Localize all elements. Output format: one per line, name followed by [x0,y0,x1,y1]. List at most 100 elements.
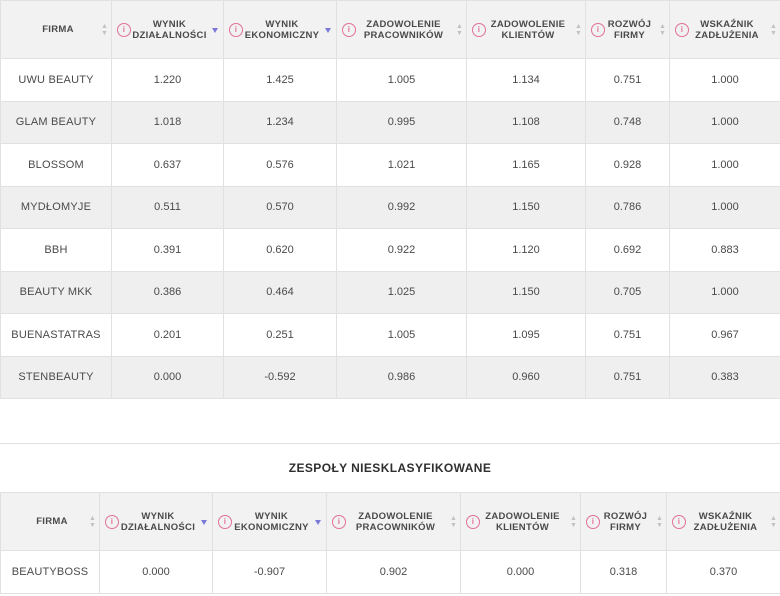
table-row: GLAM BEAUTY 1.018 1.234 0.995 1.108 0.74… [0,100,780,144]
cell-zadowolenie-klientow: 1.108 [466,100,586,144]
cell-wynik-ekonomiczny: 1.425 [223,58,337,102]
cell-zadowolenie-klientow: 1.095 [466,313,586,357]
cell-wynik-dzialalnosci: 1.018 [111,100,224,144]
sort-icon[interactable]: ▲ ▼ [656,515,663,529]
info-icon[interactable]: i [472,22,486,37]
info-icon[interactable]: i [105,514,119,529]
cell-rozwoj-firmy: 0.318 [580,550,667,594]
info-icon[interactable]: i [218,514,232,529]
table-row: UWU BEAUTY 1.220 1.425 1.005 1.134 0.751… [0,58,780,102]
info-icon[interactable]: i [229,22,243,37]
cell-rozwoj-firmy: 0.751 [585,58,670,102]
cell-rozwoj-firmy: 0.751 [585,355,670,399]
column-header-rozwoj-firmy[interactable]: i ROZWÓJ FIRMY ▲ ▼ [585,0,670,59]
info-icon[interactable]: i [117,22,131,37]
cell-wynik-ekonomiczny: -0.907 [212,550,327,594]
sort-icon[interactable]: ▲ ▼ [659,23,666,37]
column-header-label: ZADOWOLENIE PRACOWNIKÓW [363,18,444,41]
cell-wynik-dzialalnosci: 0.511 [111,185,224,229]
cell-wskaznik-zadluzenia: 1.000 [669,270,780,314]
column-header-wskaznik-zadluzenia[interactable]: i WSKAŹNIK ZADŁUŻENIA ▲ ▼ [669,0,780,59]
sort-desc-active-icon[interactable] [325,27,331,33]
sort-desc-active-icon[interactable] [212,27,218,33]
cell-zadowolenie-pracownikow: 0.922 [336,228,467,272]
cell-wynik-ekonomiczny: 1.234 [223,100,337,144]
column-header-rozwoj-firmy[interactable]: i ROZWÓJ FIRMY ▲ ▼ [580,492,667,551]
sort-desc-active-icon[interactable] [201,519,207,525]
cell-wskaznik-zadluzenia: 0.967 [669,313,780,357]
sort-icon[interactable]: ▲ ▼ [456,23,463,37]
table-row: BBH 0.391 0.620 0.922 1.120 0.692 0.883 [0,228,780,272]
cell-zadowolenie-pracownikow: 1.021 [336,143,467,187]
column-header-zadowolenie-pracownikow[interactable]: i ZADOWOLENIE PRACOWNIKÓW ▲ ▼ [326,492,461,551]
sort-icon[interactable]: ▲ ▼ [450,515,457,529]
info-icon[interactable]: i [332,514,346,529]
cell-wskaznik-zadluzenia: 1.000 [669,185,780,229]
cell-zadowolenie-pracownikow: 0.902 [326,550,461,594]
cell-zadowolenie-klientow: 1.120 [466,228,586,272]
cell-wskaznik-zadluzenia: 0.370 [666,550,780,594]
cell-zadowolenie-pracownikow: 0.986 [336,355,467,399]
sort-icon[interactable]: ▲ ▼ [101,23,108,37]
column-header-zadowolenie-pracownikow[interactable]: i ZADOWOLENIE PRACOWNIKÓW ▲ ▼ [336,0,467,59]
table-header-row: FIRMA ▲ ▼ i WYNIK DZIAŁALNOŚCI i WYNIK EK… [0,0,780,59]
section-title-unclassified: ZESPOŁY NIESKLASYFIKOWANE [0,443,780,492]
cell-rozwoj-firmy: 0.751 [585,313,670,357]
cell-wynik-dzialalnosci: 0.637 [111,143,224,187]
sort-icon[interactable]: ▲ ▼ [770,515,777,529]
cell-firma: MYDŁOMYJE [0,185,112,229]
sort-icon[interactable]: ▲ ▼ [575,23,582,37]
cell-wskaznik-zadluzenia: 0.383 [669,355,780,399]
column-header-wskaznik-zadluzenia[interactable]: i WSKAŹNIK ZADŁUŻENIA ▲ ▼ [666,492,780,551]
cell-wynik-dzialalnosci: 0.386 [111,270,224,314]
sort-desc-active-icon[interactable] [315,519,321,525]
cell-firma: GLAM BEAUTY [0,100,112,144]
info-icon[interactable]: i [672,514,686,529]
cell-zadowolenie-klientow: 1.150 [466,270,586,314]
table-row: STENBEAUTY 0.000 -0.592 0.986 0.960 0.75… [0,355,780,399]
cell-rozwoj-firmy: 0.786 [585,185,670,229]
info-icon[interactable]: i [591,22,605,37]
info-icon[interactable]: i [466,514,480,529]
cell-firma: UWU BEAUTY [0,58,112,102]
column-header-wynik-ekonomiczny[interactable]: i WYNIK EKONOMICZNY [212,492,327,551]
unclassified-table: FIRMA ▲ ▼ i WYNIK DZIAŁALNOŚCI i WYNIK EK… [0,492,780,594]
cell-rozwoj-firmy: 0.748 [585,100,670,144]
column-header-zadowolenie-klientow[interactable]: i ZADOWOLENIE KLIENTÓW ▲ ▼ [460,492,581,551]
cell-zadowolenie-klientow: 1.134 [466,58,586,102]
table-row: BEAUTY MKK 0.386 0.464 1.025 1.150 0.705… [0,270,780,314]
cell-zadowolenie-pracownikow: 1.005 [336,313,467,357]
cell-rozwoj-firmy: 0.692 [585,228,670,272]
sort-icon[interactable]: ▲ ▼ [570,515,577,529]
cell-firma: STENBEAUTY [0,355,112,399]
cell-wskaznik-zadluzenia: 1.000 [669,58,780,102]
info-icon[interactable]: i [586,514,600,529]
cell-wskaznik-zadluzenia: 1.000 [669,143,780,187]
column-header-zadowolenie-klientow[interactable]: i ZADOWOLENIE KLIENTÓW ▲ ▼ [466,0,586,59]
cell-zadowolenie-klientow: 1.165 [466,143,586,187]
column-header-label: FIRMA [36,516,68,527]
cell-firma: BUENASTATRAS [0,313,112,357]
cell-firma: BEAUTY MKK [0,270,112,314]
column-header-label: ZADOWOLENIE PRACOWNIKÓW [355,510,436,533]
cell-zadowolenie-pracownikow: 0.995 [336,100,467,144]
cell-wynik-ekonomiczny: 0.251 [223,313,337,357]
cell-wynik-ekonomiczny: 0.464 [223,270,337,314]
info-icon[interactable]: i [675,22,689,37]
column-header-firma[interactable]: FIRMA ▲ ▼ [0,492,100,551]
cell-zadowolenie-pracownikow: 1.025 [336,270,467,314]
column-header-wynik-dzialalnosci[interactable]: i WYNIK DZIAŁALNOŚCI [99,492,213,551]
info-icon[interactable]: i [342,22,356,37]
cell-wynik-ekonomiczny: -0.592 [223,355,337,399]
cell-wynik-ekonomiczny: 0.576 [223,143,337,187]
column-header-wynik-dzialalnosci[interactable]: i WYNIK DZIAŁALNOŚCI [111,0,224,59]
cell-wskaznik-zadluzenia: 1.000 [669,100,780,144]
sort-icon[interactable]: ▲ ▼ [89,515,96,529]
sort-icon[interactable]: ▲ ▼ [770,23,777,37]
column-header-firma[interactable]: FIRMA ▲ ▼ [0,0,112,59]
cell-firma: BBH [0,228,112,272]
column-header-wynik-ekonomiczny[interactable]: i WYNIK EKONOMICZNY [223,0,337,59]
cell-zadowolenie-pracownikow: 1.005 [336,58,467,102]
cell-wskaznik-zadluzenia: 0.883 [669,228,780,272]
cell-zadowolenie-klientow: 1.150 [466,185,586,229]
